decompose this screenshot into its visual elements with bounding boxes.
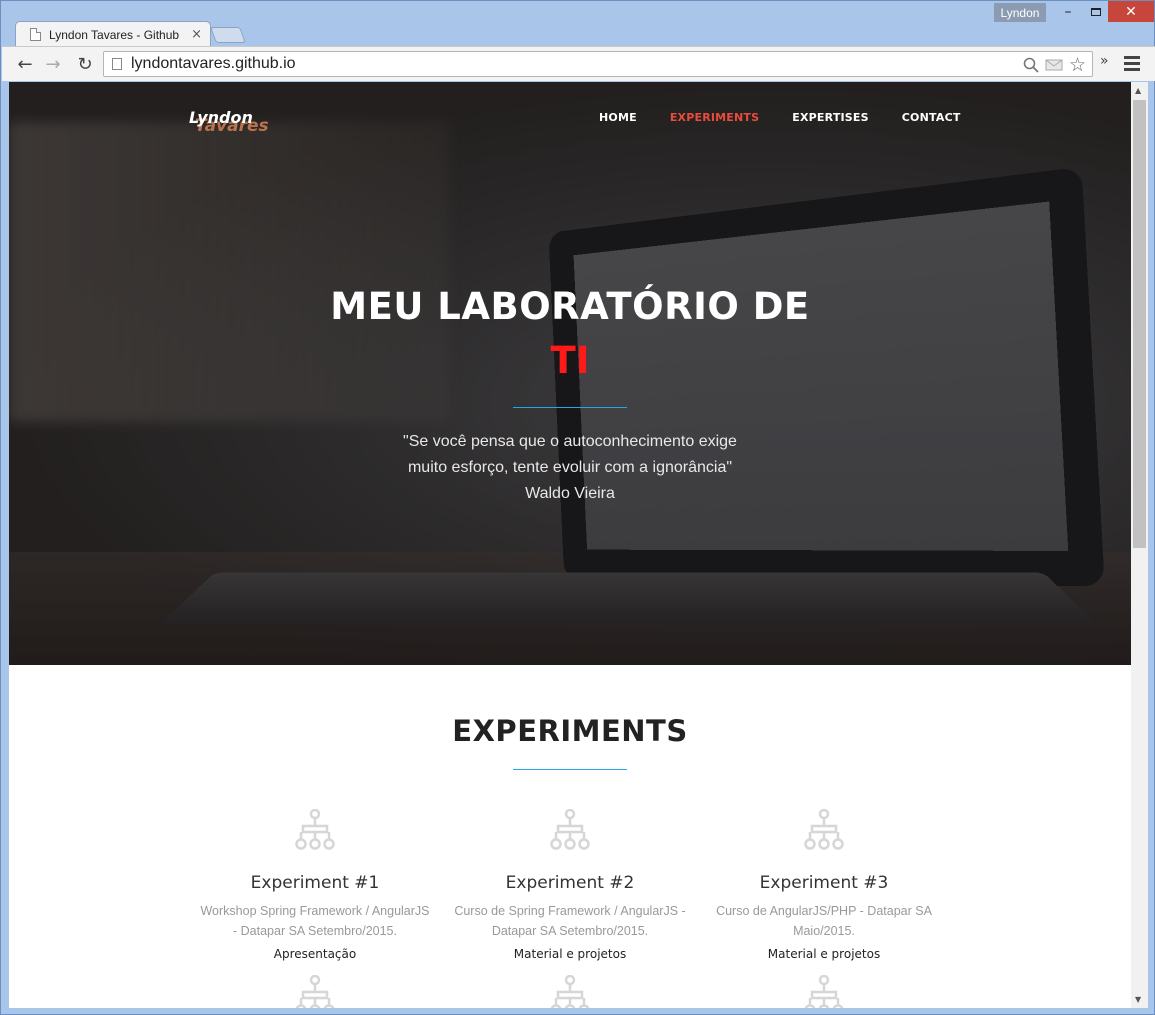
new-tab-button[interactable] [210, 27, 246, 43]
close-icon: ✕ [1125, 3, 1137, 20]
star-icon[interactable]: ☆ [1069, 54, 1086, 76]
experiment-description-line: Datapar SA Setembro/2015. [491, 924, 649, 938]
arrow-left-icon: ← [17, 53, 33, 75]
zoom-icon[interactable] [1023, 57, 1039, 73]
hero-title-highlight: TI [550, 339, 590, 382]
extensions-icon[interactable]: » [1100, 53, 1109, 69]
experiment-description-line: Curso de Spring Framework / AngularJS - [454, 904, 686, 918]
hero-quote: "Se você pensa que o autoconhecimento ex… [370, 429, 770, 507]
sitemap-icon [804, 975, 844, 1008]
quote-line-1: "Se você pensa que o autoconhecimento ex… [403, 433, 737, 450]
experiment-description-line: - Datapar SA Setembro/2015. [233, 924, 397, 938]
experiment-card: Experiment #3 Curso de AngularJS/PHP - D… [706, 809, 942, 961]
hero-title: MEU LABORATÓRIO DE [330, 285, 810, 328]
experiment-name: Experiment #1 [250, 873, 380, 893]
experiment-card: Experiment #1 Workshop Spring Framework … [197, 809, 433, 961]
close-window-button[interactable]: ✕ [1108, 1, 1154, 22]
scroll-down-icon[interactable]: ▼ [1135, 995, 1141, 1004]
experiment-description: Curso de Spring Framework / AngularJS - … [452, 901, 688, 941]
minimize-button[interactable]: – [1053, 1, 1083, 22]
sitemap-icon [550, 809, 590, 850]
sitemap-icon [295, 975, 335, 1008]
experiment-description-line: Maio/2015. [793, 924, 855, 938]
quote-line-2: muito esforço, tente evoluir com a ignor… [407, 459, 733, 476]
experiment-name: Experiment #2 [505, 873, 635, 893]
sitemap-icon [804, 809, 844, 850]
main-nav: HOME EXPERIMENTS EXPERTISES CONTACT [599, 111, 994, 124]
vertical-scrollbar[interactable]: ▲ ▼ [1131, 82, 1148, 1008]
translate-icon[interactable] [1045, 58, 1063, 72]
url-text: lyndontavares.github.io [131, 55, 296, 72]
maximize-icon [1091, 7, 1101, 16]
browser-window: Lyndon Tavares - Github × Lyndon – ✕ ← →… [0, 0, 1155, 1015]
nav-expertises[interactable]: EXPERTISES [792, 111, 869, 124]
page-icon [112, 58, 122, 70]
forward-button[interactable]: → [40, 51, 66, 77]
experiment-name: Experiment #3 [759, 873, 889, 893]
title-bar: Lyndon Tavares - Github × Lyndon – ✕ [1, 1, 1155, 47]
hero-divider [513, 407, 627, 408]
experiment-description-line: Curso de AngularJS/PHP - Datapar SA [716, 904, 932, 918]
logo-name: Lyndon [189, 108, 253, 127]
experiment-link[interactable]: Material e projetos [452, 947, 688, 961]
sitemap-icon [295, 809, 335, 850]
quote-author: Waldo Vieira [525, 485, 615, 502]
site-logo[interactable]: Tavares Lyndon [189, 108, 279, 140]
experiment-card: Experiment #2 Curso de Spring Framework … [452, 809, 688, 961]
address-bar[interactable]: lyndontavares.github.io ☆ [103, 51, 1093, 77]
experiment-link[interactable]: Material e projetos [706, 947, 942, 961]
page-viewport: Tavares Lyndon HOME EXPERIMENTS EXPERTIS… [9, 82, 1131, 1008]
experiments-divider [513, 769, 627, 770]
profile-button[interactable]: Lyndon [994, 3, 1046, 22]
menu-icon[interactable] [1124, 53, 1140, 73]
maximize-button[interactable] [1083, 1, 1109, 22]
arrow-right-icon: → [45, 53, 61, 75]
hero-section: Tavares Lyndon HOME EXPERIMENTS EXPERTIS… [9, 82, 1131, 665]
minimize-icon: – [1064, 3, 1072, 20]
sitemap-icon [550, 975, 590, 1008]
nav-experiments[interactable]: EXPERIMENTS [670, 111, 759, 124]
experiment-description-line: Workshop Spring Framework / AngularJS [200, 904, 430, 918]
nav-contact[interactable]: CONTACT [902, 111, 961, 124]
nav-home[interactable]: HOME [599, 111, 637, 124]
experiments-title: EXPERIMENTS [452, 714, 688, 748]
tab-title: Lyndon Tavares - Github [49, 27, 180, 42]
tab-close-icon[interactable]: × [191, 27, 202, 42]
experiment-description: Workshop Spring Framework / AngularJS - … [197, 901, 433, 941]
scrollbar-thumb[interactable] [1133, 100, 1146, 548]
page-icon [30, 28, 41, 41]
reload-button[interactable]: ↻ [72, 51, 98, 77]
browser-toolbar: ← → ↻ lyndontavares.github.io ☆ » [2, 46, 1155, 81]
scroll-up-icon[interactable]: ▲ [1135, 86, 1141, 95]
experiment-description: Curso de AngularJS/PHP - Datapar SA Maio… [706, 901, 942, 941]
browser-tab[interactable]: Lyndon Tavares - Github × [15, 21, 211, 47]
experiment-link[interactable]: Apresentação [197, 947, 433, 961]
reload-icon: ↻ [77, 53, 93, 75]
back-button[interactable]: ← [12, 51, 38, 77]
